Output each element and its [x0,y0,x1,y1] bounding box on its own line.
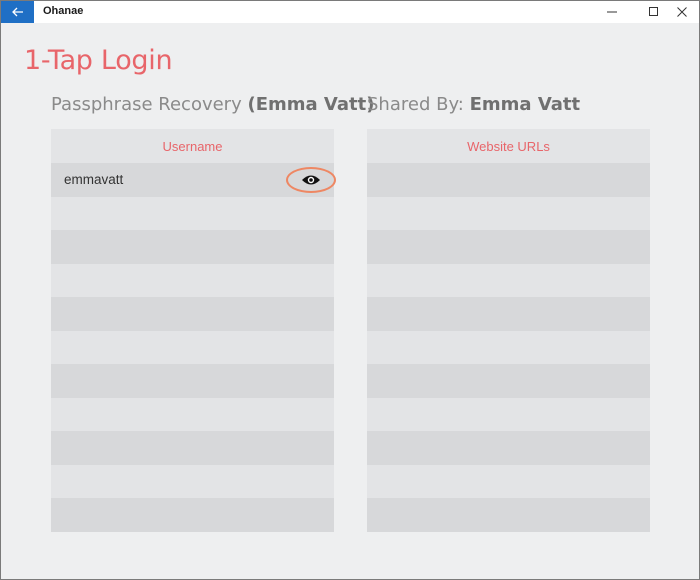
list-item[interactable] [51,263,334,297]
username-list: Username emmavatt [51,129,336,532]
reveal-password-button[interactable] [286,167,336,193]
maximize-icon [649,7,658,16]
list-item[interactable] [51,498,334,532]
list-item[interactable] [51,330,334,364]
section-title-name: Emma Vatt [469,94,581,115]
website-urls-list: Website URLs [367,129,650,532]
page-title: 1-Tap Login [24,45,173,76]
list-item[interactable] [51,230,334,264]
list-item[interactable] [51,431,334,465]
list-item[interactable] [367,431,650,465]
minimize-button[interactable] [595,1,629,23]
list-item[interactable] [51,364,334,398]
list-item[interactable] [51,464,334,498]
arrow-left-icon [11,7,23,17]
list-item[interactable] [367,297,650,331]
back-button[interactable] [1,1,34,23]
passphrase-recovery-title: Passphrase Recovery (Emma Vatt) [51,94,374,115]
list-item[interactable] [51,196,334,230]
username-value: emmavatt [64,172,124,188]
list-item[interactable] [367,330,650,364]
minimize-icon [607,11,617,13]
close-button[interactable] [665,1,699,23]
list-item[interactable] [51,297,334,331]
list-item[interactable] [367,230,650,264]
section-title-prefix: Shared By: [367,94,464,115]
list-item[interactable]: emmavatt [51,163,336,197]
website-urls-column-header: Website URLs [467,138,550,154]
list-item[interactable] [367,464,650,498]
title-bar: Ohanae [1,1,699,23]
section-title-name: (Emma Vatt) [247,94,375,115]
list-item[interactable] [367,196,650,230]
list-item[interactable] [367,397,650,431]
list-item[interactable] [51,397,334,431]
username-column-header: Username [162,138,223,154]
list-item[interactable] [367,263,650,297]
list-item[interactable] [367,498,650,532]
list-item[interactable] [367,364,650,398]
close-icon [677,7,687,17]
eye-icon [302,175,320,185]
shared-by-title: Shared By: Emma Vatt [367,94,580,115]
section-title-prefix: Passphrase Recovery [51,94,242,115]
app-window: Ohanae 1-Tap Login Passphrase Recovery (… [0,0,700,580]
list-item[interactable] [367,163,650,197]
app-title: Ohanae [43,5,84,17]
